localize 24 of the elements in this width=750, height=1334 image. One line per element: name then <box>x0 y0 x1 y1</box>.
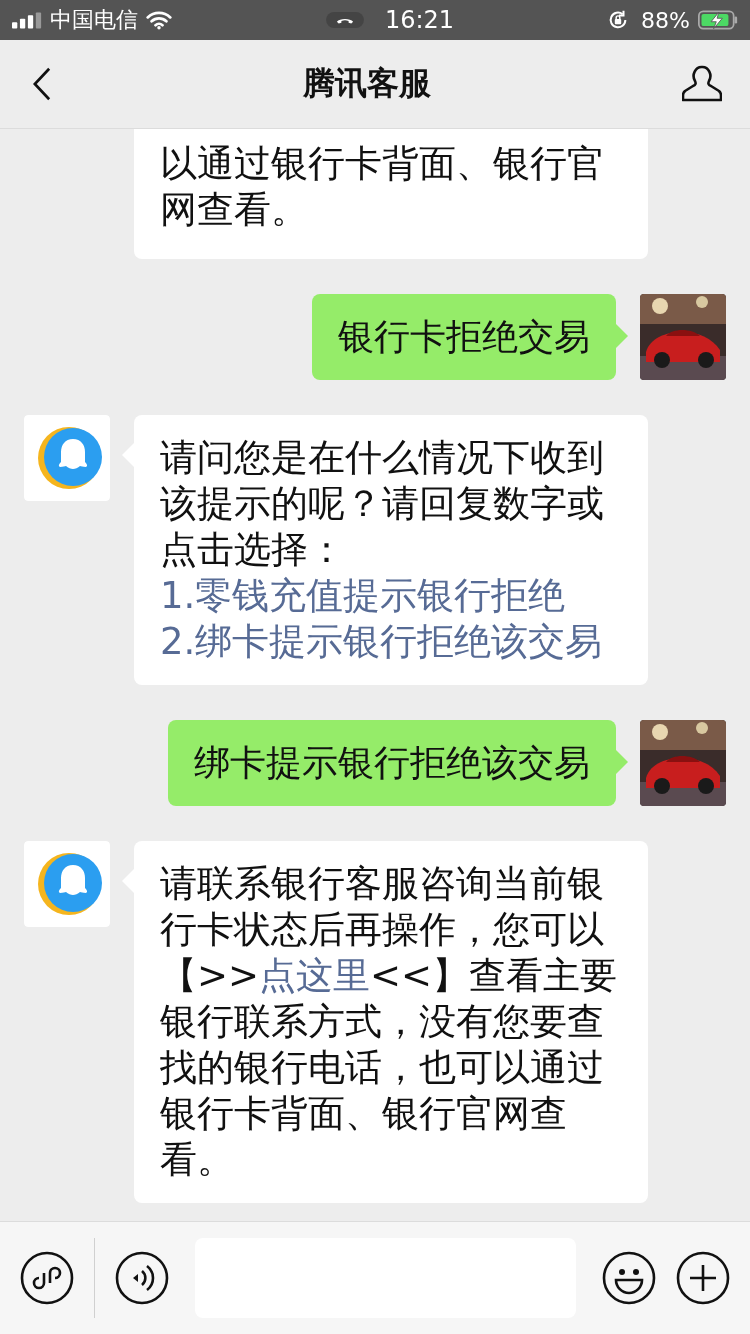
voice-icon[interactable] <box>115 1251 169 1305</box>
phone-call-icon <box>324 11 365 29</box>
chat-title: 腾讯客服 <box>303 63 431 104</box>
message-link[interactable]: 点这里 <box>259 954 370 997</box>
add-icon[interactable] <box>676 1251 730 1305</box>
message-text: 银行卡拒绝交易 <box>338 315 590 359</box>
message-link[interactable]: 1.零钱充值提示银行拒绝 <box>160 574 566 617</box>
signal-icon <box>12 11 42 29</box>
message-text: 请问您是在什么情况下收到该提示的呢？请回复数字或点击选择： <box>160 435 605 573</box>
battery-percent: 88% <box>641 7 690 33</box>
message-link[interactable]: 2.绑卡提示银行拒绝该交易 <box>160 620 603 663</box>
emoji-icon[interactable] <box>602 1251 656 1305</box>
bot-avatar-icon[interactable] <box>24 841 110 927</box>
back-icon[interactable] <box>32 67 52 101</box>
mini-program-icon[interactable] <box>20 1251 74 1305</box>
battery-charging-icon <box>698 9 738 31</box>
message-text: 绑卡提示银行拒绝该交易 <box>194 741 590 785</box>
person-icon[interactable] <box>682 64 722 104</box>
clock-time: 16:21 <box>384 6 455 34</box>
wifi-icon <box>146 10 172 30</box>
bot-avatar-icon[interactable] <box>24 415 110 501</box>
message-text: 请联系银行客服咨询当前银行卡状态后再操作，您可以【>>点这里<<】查看主要银行联系方式，没有您要查找的银行电话，也可以通过银行卡背面、银行官网查看。 <box>160 861 619 1183</box>
carrier-name: 中国电信 <box>50 6 138 34</box>
message-text: 以通过银行卡背面、银行官网查看。 <box>160 141 605 233</box>
